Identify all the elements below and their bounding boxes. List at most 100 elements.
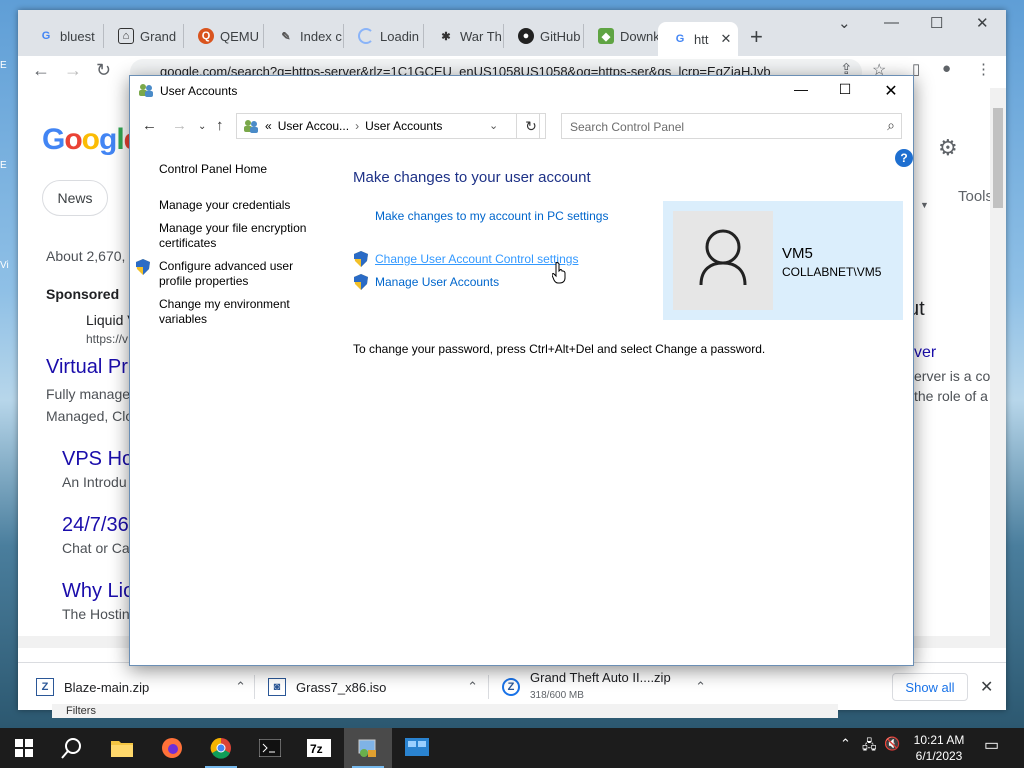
notifications-icon[interactable]: ▭ bbox=[984, 735, 999, 755]
page-title: Make changes to your user account bbox=[353, 169, 591, 186]
news-chip[interactable]: News bbox=[42, 180, 108, 216]
close-icon[interactable]: ✕ bbox=[881, 81, 901, 101]
browser-tab[interactable]: G bluest bbox=[24, 24, 104, 48]
vertical-scrollbar[interactable] bbox=[990, 88, 1006, 648]
chrome-taskbar-icon[interactable] bbox=[197, 728, 245, 768]
breadcrumb[interactable]: « User Accou... › User Accounts ⌄ bbox=[236, 113, 540, 139]
avatar bbox=[673, 211, 773, 310]
browser-tab[interactable]: Loadin bbox=[344, 24, 424, 48]
browser-tab[interactable]: ✱ War Th bbox=[424, 24, 504, 48]
search-icon bbox=[61, 738, 81, 759]
minimize-icon[interactable]: — bbox=[791, 81, 811, 101]
chevron-up-icon[interactable]: ⌃ bbox=[235, 679, 246, 695]
breadcrumb-item[interactable]: User Accou... bbox=[278, 119, 349, 133]
file-explorer-taskbar-icon[interactable] bbox=[98, 728, 146, 768]
pc-settings-link[interactable]: Make changes to my account in PC setting… bbox=[375, 209, 608, 223]
forward-icon[interactable]: → bbox=[64, 60, 82, 81]
back-icon[interactable]: ← bbox=[32, 60, 50, 81]
sitelink-title[interactable]: Why Lio bbox=[62, 580, 134, 603]
new-tab-button[interactable]: + bbox=[750, 24, 763, 50]
refresh-icon[interactable]: ↻ bbox=[516, 113, 546, 139]
result-title[interactable]: Virtual Pr bbox=[46, 356, 128, 379]
user-profile-card: VM5 COLLABNET\VM5 bbox=[663, 201, 903, 320]
recent-locations-icon[interactable]: ⌄ bbox=[198, 121, 206, 132]
chevron-up-icon[interactable]: ⌃ bbox=[695, 679, 706, 695]
advanced-profile-link[interactable]: Configure advanced user profile properti… bbox=[159, 259, 324, 289]
terminal-taskbar-icon[interactable] bbox=[246, 728, 294, 768]
profile-icon[interactable]: ● bbox=[942, 60, 951, 77]
up-icon[interactable]: ↑ bbox=[216, 117, 224, 134]
ad-url[interactable]: https://v bbox=[86, 332, 128, 346]
show-all-button[interactable]: Show all bbox=[892, 673, 968, 701]
menu-icon[interactable]: ⋮ bbox=[976, 60, 991, 78]
breadcrumb-item[interactable]: User Accounts bbox=[365, 119, 442, 133]
manage-user-accounts-link[interactable]: Manage User Accounts bbox=[375, 275, 499, 289]
browser-tab[interactable]: ◆ Downk bbox=[584, 24, 664, 48]
uac-settings-link[interactable]: Change User Account Control settings bbox=[375, 252, 578, 266]
minimize-icon[interactable]: — bbox=[884, 14, 899, 31]
knowledge-panel-link[interactable]: ver bbox=[914, 344, 936, 362]
background-window-peek: Filters bbox=[52, 704, 838, 718]
chevron-up-icon[interactable]: ⌃ bbox=[467, 679, 478, 695]
maximize-icon[interactable]: ☐ bbox=[835, 81, 855, 101]
show-hidden-icons[interactable]: ⌃ bbox=[840, 736, 851, 752]
window-titlebar[interactable]: User Accounts — ☐ ✕ bbox=[130, 76, 913, 106]
tab-search-icon[interactable]: ⌄ bbox=[838, 14, 851, 32]
manage-credentials-link[interactable]: Manage your credentials bbox=[159, 198, 324, 213]
maximize-icon[interactable]: ☐ bbox=[930, 14, 943, 32]
volume-muted-icon[interactable]: 🔇 bbox=[884, 736, 900, 752]
window-title: User Accounts bbox=[160, 84, 238, 98]
results-count: About 2,670, bbox=[46, 248, 126, 264]
search-input[interactable]: Search Control Panel ⌕ bbox=[561, 113, 902, 139]
browser-tab-active[interactable]: G htt ✕ bbox=[658, 22, 738, 56]
vm-viewer-taskbar-icon[interactable] bbox=[393, 728, 441, 768]
back-icon[interactable]: ← bbox=[142, 117, 157, 134]
search-icon[interactable]: ⌕ bbox=[887, 117, 895, 134]
clock[interactable]: 10:21 AM 6/1/2023 bbox=[904, 732, 974, 764]
scrollbar-thumb[interactable] bbox=[993, 108, 1003, 208]
control-panel-home-link[interactable]: Control Panel Home bbox=[159, 162, 324, 177]
start-button[interactable] bbox=[0, 728, 48, 768]
download-item[interactable]: Z Blaze-main.zip ⌃ bbox=[36, 671, 246, 703]
browser-tab[interactable]: Q QEMU bbox=[184, 24, 264, 48]
sitelink-snippet: An Introdu bbox=[62, 474, 127, 490]
control-panel-taskbar-icon[interactable] bbox=[344, 728, 392, 768]
firefox-taskbar-icon[interactable] bbox=[148, 728, 196, 768]
iso-file-icon: ◙ bbox=[268, 678, 286, 696]
browser-tab[interactable]: ● GitHub bbox=[504, 24, 584, 48]
desktop-icon-fragment[interactable]: E bbox=[0, 60, 18, 71]
file-encryption-link[interactable]: Manage your file encryption certificates bbox=[159, 221, 324, 251]
chevron-down-icon[interactable]: ⌄ bbox=[489, 119, 498, 132]
forward-icon[interactable]: → bbox=[172, 117, 187, 134]
download-item[interactable]: ◙ Grass7_x86.iso ⌃ bbox=[268, 671, 478, 703]
network-icon[interactable]: 🖧 bbox=[862, 736, 877, 758]
qemu-icon: Q bbox=[198, 28, 214, 44]
7zip-icon: 7z bbox=[307, 739, 331, 757]
environment-variables-link[interactable]: Change my environment variables bbox=[159, 297, 324, 327]
sitelink-title[interactable]: 24/7/36 bbox=[62, 514, 129, 537]
7zip-taskbar-icon[interactable]: 7z bbox=[295, 728, 343, 768]
desktop-icon-fragment[interactable]: E bbox=[0, 160, 18, 171]
desktop-icon-fragment[interactable]: Vi bbox=[0, 260, 18, 271]
hand-cursor-icon bbox=[552, 262, 566, 284]
dropdown-arrow-icon[interactable]: ▼ bbox=[920, 200, 929, 210]
close-tab-icon[interactable]: ✕ bbox=[720, 31, 731, 47]
help-icon[interactable]: ? bbox=[895, 149, 913, 167]
browser-tab[interactable]: ✎ Index c bbox=[264, 24, 344, 48]
folder-icon bbox=[111, 741, 133, 757]
github-icon: ● bbox=[518, 28, 534, 44]
windows-logo-icon bbox=[15, 739, 33, 757]
close-icon[interactable]: ✕ bbox=[976, 14, 989, 32]
sitelink-title[interactable]: VPS Ho bbox=[62, 448, 133, 471]
settings-gear-icon[interactable]: ⚙ bbox=[938, 135, 958, 161]
google-logo[interactable]: Google bbox=[42, 123, 140, 157]
search-button[interactable] bbox=[48, 728, 96, 768]
knowledge-panel-text: erver is a co bbox=[914, 368, 991, 384]
password-note: To change your password, press Ctrl+Alt+… bbox=[353, 342, 766, 356]
tools-button[interactable]: Tools bbox=[958, 188, 993, 205]
close-download-bar-icon[interactable]: ✕ bbox=[980, 677, 993, 697]
chevron-right-icon[interactable]: › bbox=[355, 119, 359, 133]
browser-tab[interactable]: ⌂ Grand bbox=[104, 24, 184, 48]
download-item-in-progress[interactable]: Z Grand Theft Auto II....zip 318/600 MB … bbox=[502, 670, 706, 703]
reload-icon[interactable]: ↻ bbox=[96, 60, 111, 81]
